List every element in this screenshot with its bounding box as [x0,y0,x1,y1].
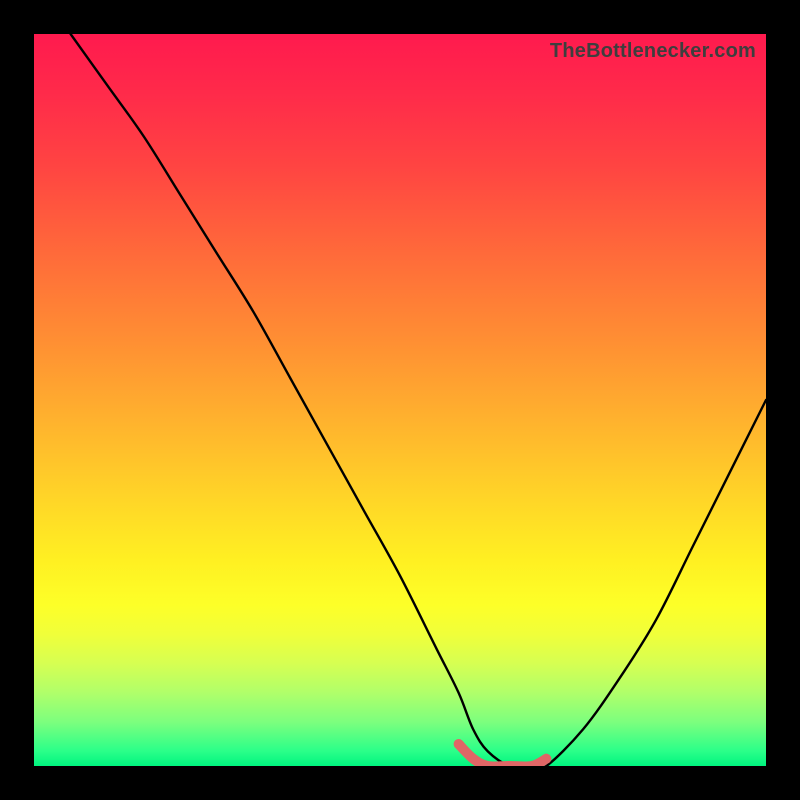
chart-frame: TheBottlenecker.com [0,0,800,800]
optimal-zone-line [459,744,547,766]
chart-plot-area: TheBottlenecker.com [34,34,766,766]
bottleneck-curve-line [71,34,766,766]
brand-watermark: TheBottlenecker.com [550,40,756,63]
chart-svg [34,34,766,766]
